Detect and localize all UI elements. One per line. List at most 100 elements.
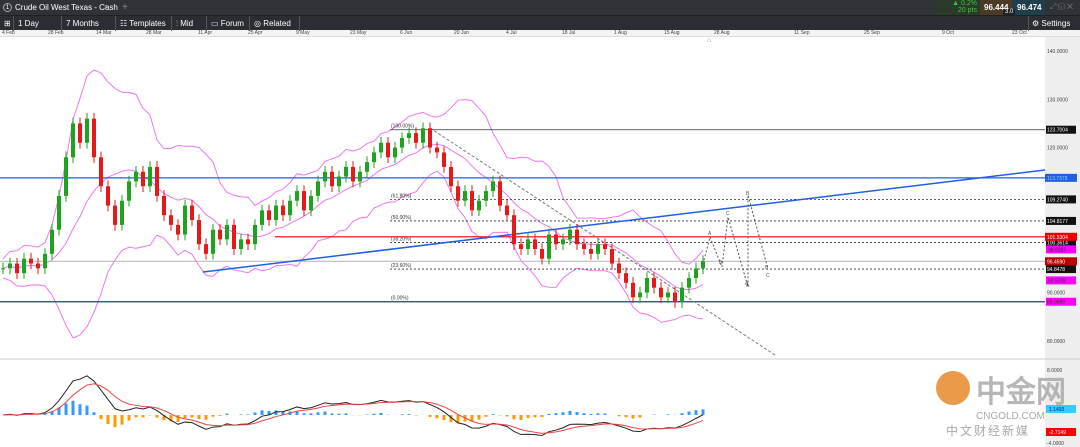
- layout-icon[interactable]: ⊞: [0, 16, 14, 31]
- candle[interactable]: [22, 258, 26, 274]
- candle[interactable]: [92, 118, 96, 158]
- candle[interactable]: [78, 123, 82, 143]
- candle[interactable]: [498, 181, 502, 206]
- candle[interactable]: [666, 292, 670, 298]
- wave-projection[interactable]: [702, 194, 769, 288]
- settings-button[interactable]: ⚙ Settings: [1028, 16, 1080, 31]
- candle[interactable]: [694, 268, 698, 279]
- candle[interactable]: [484, 191, 488, 201]
- templates-button[interactable]: ☷ Templates: [116, 16, 172, 31]
- candle[interactable]: [36, 263, 40, 269]
- candle[interactable]: [365, 162, 369, 172]
- range-select[interactable]: 7 Months: [62, 16, 116, 31]
- candle[interactable]: [673, 292, 677, 303]
- related-button[interactable]: ◎ Related: [250, 16, 300, 31]
- candle[interactable]: [519, 244, 523, 250]
- candle[interactable]: [589, 249, 593, 254]
- candle[interactable]: [659, 287, 663, 298]
- candle[interactable]: [197, 220, 201, 245]
- candle[interactable]: [463, 191, 467, 201]
- candle[interactable]: [281, 205, 285, 216]
- candle[interactable]: [540, 249, 544, 259]
- candle[interactable]: [379, 142, 383, 153]
- candle[interactable]: [680, 287, 684, 303]
- candle[interactable]: [554, 234, 558, 245]
- candle[interactable]: [127, 181, 131, 201]
- candle[interactable]: [645, 278, 649, 293]
- candle[interactable]: [50, 229, 54, 254]
- candle[interactable]: [442, 152, 446, 167]
- candle[interactable]: [358, 171, 362, 182]
- candle[interactable]: [491, 181, 495, 192]
- candle[interactable]: [99, 157, 103, 187]
- candle[interactable]: [400, 137, 404, 148]
- candle[interactable]: [64, 157, 68, 196]
- candle[interactable]: [141, 171, 145, 187]
- window-controls[interactable]: ⤢ ◱ ✕: [1050, 2, 1073, 12]
- candle[interactable]: [568, 229, 572, 240]
- candle[interactable]: [505, 205, 509, 216]
- candle[interactable]: [386, 142, 390, 158]
- candle[interactable]: [372, 152, 376, 163]
- candle[interactable]: [323, 171, 327, 182]
- candle[interactable]: [57, 195, 61, 230]
- candle[interactable]: [309, 195, 313, 211]
- candle[interactable]: [85, 118, 89, 143]
- candle[interactable]: [456, 186, 460, 201]
- candle[interactable]: [631, 282, 635, 298]
- candle[interactable]: [274, 205, 278, 221]
- candle[interactable]: [15, 263, 19, 274]
- candle[interactable]: [260, 210, 264, 225]
- candle[interactable]: [169, 215, 173, 225]
- candle[interactable]: [71, 123, 75, 158]
- candle[interactable]: [470, 191, 474, 211]
- candle[interactable]: [176, 224, 180, 235]
- candle[interactable]: [190, 205, 194, 221]
- instrument-tab[interactable]: Crude Oil West Texas - Cash: [15, 3, 118, 12]
- candle[interactable]: [687, 278, 691, 288]
- candle[interactable]: [610, 249, 614, 264]
- candle[interactable]: [29, 258, 33, 264]
- candle[interactable]: [477, 200, 481, 211]
- candle[interactable]: [701, 261, 705, 269]
- candle[interactable]: [183, 205, 187, 235]
- downtrend-line[interactable]: [429, 127, 776, 356]
- candle[interactable]: [330, 171, 334, 187]
- candle[interactable]: [316, 181, 320, 196]
- candle[interactable]: [253, 224, 257, 245]
- candle[interactable]: [8, 263, 12, 269]
- candle[interactable]: [288, 200, 292, 216]
- mid-button[interactable]: ⫶ Mid: [172, 16, 207, 31]
- candle[interactable]: [603, 244, 607, 250]
- candle[interactable]: [547, 234, 551, 259]
- candle[interactable]: [351, 166, 355, 182]
- candle[interactable]: [407, 133, 411, 138]
- candle[interactable]: [113, 205, 117, 225]
- candle[interactable]: [267, 210, 271, 221]
- forum-button[interactable]: ▭ Forum: [207, 16, 250, 31]
- candle[interactable]: [43, 253, 47, 269]
- candle[interactable]: [134, 171, 138, 182]
- candle[interactable]: [435, 147, 439, 153]
- candle[interactable]: [218, 229, 222, 240]
- candle[interactable]: [232, 224, 236, 250]
- candle[interactable]: [246, 239, 250, 245]
- candle[interactable]: [155, 166, 159, 196]
- ask-button[interactable]: 96.474: [1012, 0, 1045, 15]
- candle[interactable]: [337, 176, 341, 187]
- candle[interactable]: [225, 224, 229, 240]
- candle[interactable]: [1, 268, 5, 270]
- candle[interactable]: [211, 229, 215, 254]
- candle[interactable]: [239, 239, 243, 250]
- candle[interactable]: [204, 244, 208, 254]
- candle[interactable]: [624, 273, 628, 283]
- candle[interactable]: [533, 239, 537, 250]
- search-icon[interactable]: ⌕: [104, 2, 108, 12]
- candle[interactable]: [414, 133, 418, 143]
- candle[interactable]: [162, 195, 166, 216]
- interval-select[interactable]: 1 Day: [14, 16, 62, 31]
- candle[interactable]: [148, 166, 152, 187]
- candle[interactable]: [512, 215, 516, 245]
- candle[interactable]: [652, 278, 656, 288]
- candle[interactable]: [561, 239, 565, 245]
